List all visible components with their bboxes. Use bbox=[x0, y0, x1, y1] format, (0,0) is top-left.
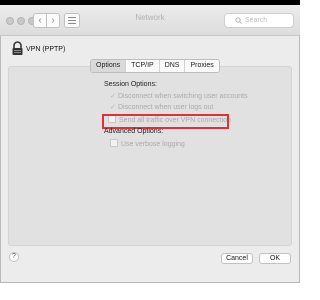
checkmark-icon: ✓ bbox=[110, 104, 116, 111]
grid-icon-line bbox=[68, 23, 76, 24]
checkbox-label: Disconnect when switching user accounts bbox=[118, 93, 248, 100]
title-bar: ‹ › Network Search bbox=[0, 5, 300, 36]
bottom-margin bbox=[0, 283, 300, 300]
service-name: VPN (PPTP) bbox=[26, 46, 66, 53]
ok-button[interactable]: OK bbox=[259, 253, 291, 264]
help-button[interactable]: ? bbox=[9, 252, 19, 262]
tab-dns[interactable]: DNS bbox=[160, 60, 186, 72]
disconnect-logout-checkbox[interactable]: ✓ Disconnect when user logs out bbox=[110, 103, 213, 112]
tab-tcp-ip[interactable]: TCP/IP bbox=[126, 60, 160, 72]
checkbox-label: Use verbose logging bbox=[121, 141, 185, 148]
vpn-lock-icon bbox=[12, 41, 23, 55]
tab-options[interactable]: Options bbox=[91, 60, 127, 72]
verbose-logging-checkbox[interactable]: Use verbose logging bbox=[110, 139, 185, 148]
highlight-annotation bbox=[102, 114, 229, 129]
search-field[interactable]: Search bbox=[224, 13, 294, 28]
checkmark-icon: ✓ bbox=[110, 93, 116, 100]
search-placeholder: Search bbox=[245, 17, 268, 24]
screenshot-stage: ‹ › Network Search VPN (PPTP) Options TC… bbox=[0, 0, 300, 300]
session-options-heading: Session Options: bbox=[104, 81, 157, 88]
tab-bar: Options TCP/IP DNS Proxies bbox=[90, 59, 220, 73]
network-preferences-window: ‹ › Network Search VPN (PPTP) Options TC… bbox=[0, 5, 300, 283]
search-icon bbox=[235, 17, 242, 24]
advanced-options-heading: Advanced Options: bbox=[104, 128, 164, 135]
disconnect-switching-users-checkbox[interactable]: ✓ Disconnect when switching user accounts bbox=[110, 92, 248, 101]
tab-proxies[interactable]: Proxies bbox=[185, 60, 218, 72]
cancel-button[interactable]: Cancel bbox=[221, 253, 253, 264]
checkbox-label: Disconnect when user logs out bbox=[118, 104, 214, 111]
checkbox-box bbox=[110, 139, 118, 147]
